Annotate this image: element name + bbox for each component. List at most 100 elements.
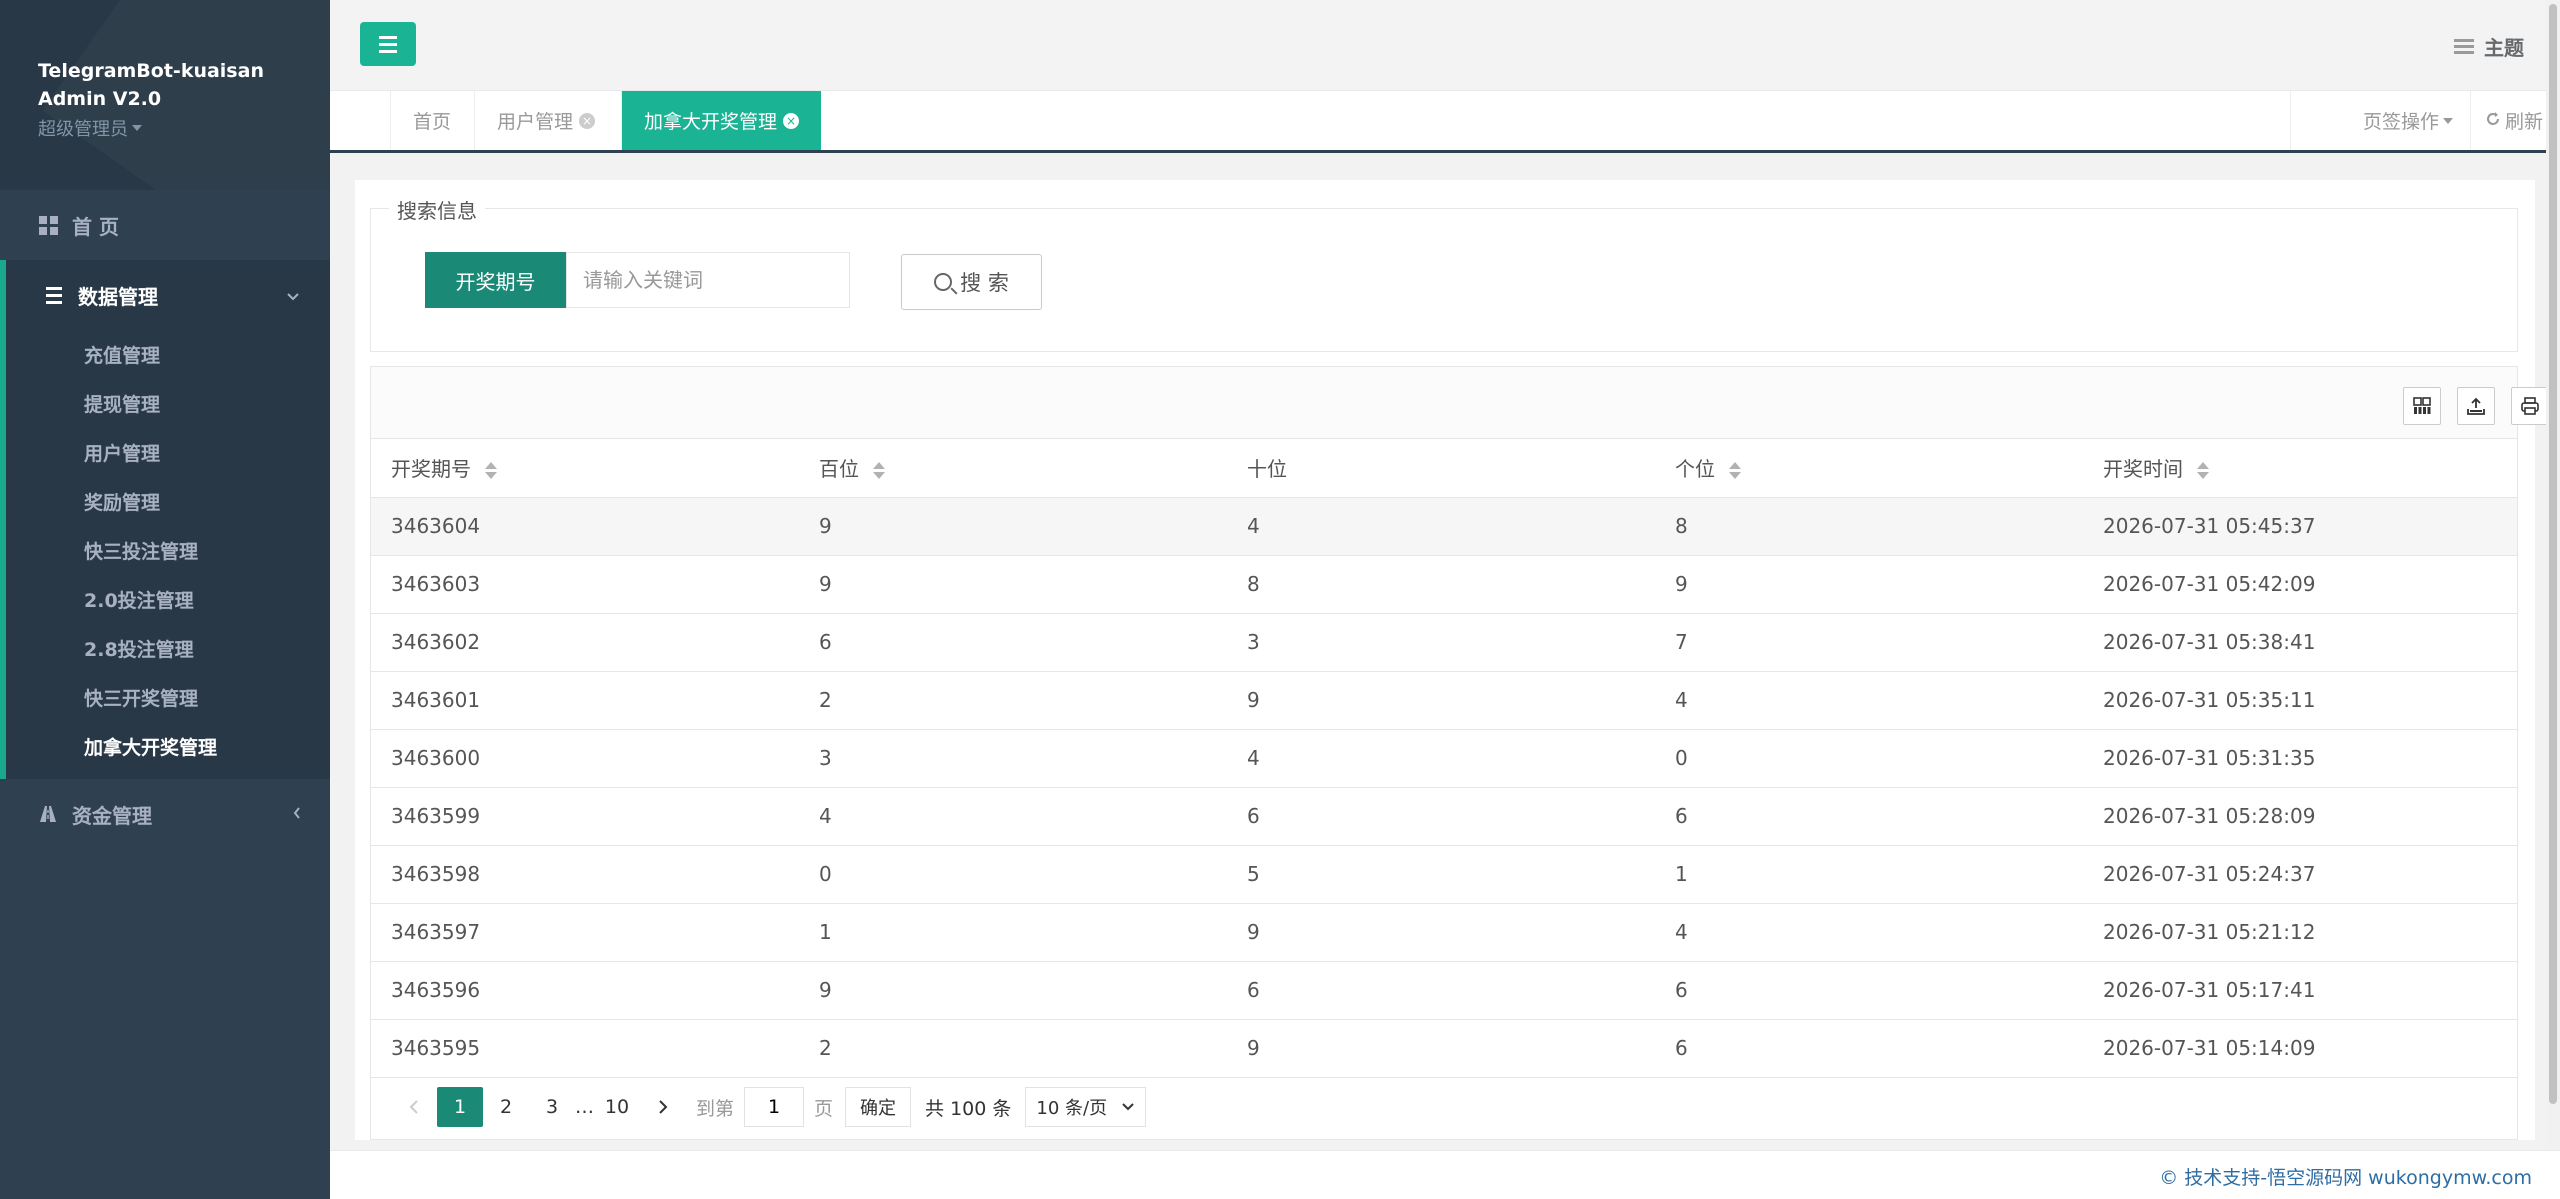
- search-panel: 搜索信息 开奖期号 搜 索: [370, 195, 2518, 352]
- tab-user-management[interactable]: 用户管理 ×: [474, 91, 617, 150]
- table-row[interactable]: 3463600 3 4 0 2026-07-31 05:31:35: [371, 729, 2517, 788]
- chevron-left-icon: [409, 1100, 418, 1114]
- table-cell: 4: [1655, 671, 2083, 730]
- table-cell: 4: [1227, 497, 1655, 556]
- chevron-left-icon: [292, 804, 302, 825]
- search-field-label: 开奖期号: [425, 252, 566, 308]
- table-cell: 3463602: [371, 613, 799, 672]
- close-icon[interactable]: ×: [579, 112, 596, 129]
- sidebar-item-withdraw[interactable]: 提现管理: [6, 379, 330, 428]
- table-cell: 4: [799, 787, 1227, 846]
- sidebar-item-2-0-bets[interactable]: 2.0投注管理: [6, 575, 330, 624]
- sidebar-item-rewards[interactable]: 奖励管理: [6, 477, 330, 526]
- table-cell: 2026-07-31 05:42:09: [2083, 555, 2517, 614]
- column-header-draw-time[interactable]: 开奖时间: [2083, 439, 2517, 498]
- sidebar-item-k3-draws[interactable]: 快三开奖管理: [6, 673, 330, 722]
- caret-down-icon: [2443, 117, 2454, 124]
- sidebar-item-label: 首 页: [72, 214, 119, 239]
- next-page-button[interactable]: [640, 1087, 686, 1127]
- table-row[interactable]: 3463595 2 9 6 2026-07-31 05:14:09: [371, 1019, 2517, 1078]
- table-row[interactable]: 3463601 2 9 4 2026-07-31 05:35:11: [371, 671, 2517, 730]
- goto-page-input[interactable]: [744, 1087, 805, 1127]
- table-cell: 6: [799, 613, 1227, 672]
- table-row[interactable]: 3463598 0 5 1 2026-07-31 05:24:37: [371, 845, 2517, 904]
- table-row[interactable]: 3463602 6 3 7 2026-07-31 05:38:41: [371, 613, 2517, 672]
- table-cell: 2026-07-31 05:35:11: [2083, 671, 2517, 730]
- brand-title-line1: TelegramBot-kuaisan: [38, 60, 264, 82]
- page-ellipsis: …: [575, 1096, 594, 1118]
- table-row[interactable]: 3463603 9 8 9 2026-07-31 05:42:09: [371, 555, 2517, 614]
- tab-operations-dropdown[interactable]: 页签操作: [2290, 91, 2470, 150]
- print-button[interactable]: [2511, 387, 2549, 425]
- table-cell: 2: [799, 1019, 1227, 1078]
- sidebar-item-funds[interactable]: 资金管理: [0, 779, 330, 849]
- sidebar-item-users[interactable]: 用户管理: [6, 428, 330, 477]
- sort-icon[interactable]: [1729, 462, 1741, 480]
- brand-header: TelegramBot-kuaisan Admin V2.0 超级管理员: [0, 0, 330, 190]
- sidebar-item-recharge[interactable]: 充值管理: [6, 330, 330, 379]
- column-header-tens: 十位: [1227, 439, 1655, 498]
- search-button[interactable]: 搜 索: [901, 254, 1042, 310]
- export-button[interactable]: [2457, 387, 2495, 425]
- chevron-down-icon: [1122, 1103, 1134, 1111]
- table-cell: 7: [1655, 613, 2083, 672]
- table-cell: 9: [1227, 671, 1655, 730]
- sidebar-item-k3-bets[interactable]: 快三投注管理: [6, 526, 330, 575]
- close-icon[interactable]: ×: [783, 112, 800, 129]
- table-cell: 3463596: [371, 961, 799, 1020]
- column-header-units[interactable]: 个位: [1655, 439, 2083, 498]
- table-cell: 6: [1655, 1019, 2083, 1078]
- footer-link[interactable]: © 技术支持-悟空源码网 wukongymw.com: [2159, 1163, 2532, 1190]
- table-row[interactable]: 3463599 4 6 6 2026-07-31 05:28:09: [371, 787, 2517, 846]
- menu-toggle-button[interactable]: [360, 22, 416, 66]
- scrollbar-thumb[interactable]: [2549, 4, 2557, 1104]
- search-input[interactable]: [566, 252, 850, 308]
- table-cell: 9: [799, 497, 1227, 556]
- tab-home[interactable]: 首页: [390, 91, 473, 150]
- theme-button[interactable]: 主题: [2454, 32, 2524, 61]
- prev-page-button[interactable]: [391, 1087, 437, 1127]
- page-button-3[interactable]: 3: [529, 1087, 575, 1127]
- table-cell: 2026-07-31 05:31:35: [2083, 729, 2517, 788]
- tab-label: 用户管理: [497, 111, 574, 133]
- table-cell: 2026-07-31 05:24:37: [2083, 845, 2517, 904]
- page-button-2[interactable]: 2: [483, 1087, 529, 1127]
- user-role-dropdown[interactable]: 超级管理员: [38, 115, 330, 141]
- table-cell: 4: [1227, 729, 1655, 788]
- tab-label: 首页: [413, 111, 452, 133]
- chevron-down-icon: [286, 283, 300, 307]
- page-scrollbar[interactable]: [2546, 0, 2560, 1150]
- table-row[interactable]: 3463604 9 4 8 2026-07-31 05:45:37: [371, 497, 2517, 556]
- table-cell: 3463597: [371, 903, 799, 962]
- sort-icon[interactable]: [2197, 462, 2209, 480]
- table-cell: 1: [1655, 845, 2083, 904]
- page-size-select[interactable]: 10 条/页: [1025, 1087, 1147, 1127]
- goto-confirm-button[interactable]: 确定: [845, 1087, 912, 1127]
- sort-icon[interactable]: [485, 462, 497, 480]
- table-cell: 2026-07-31 05:38:41: [2083, 613, 2517, 672]
- table-row[interactable]: 3463596 9 6 6 2026-07-31 05:17:41: [371, 961, 2517, 1020]
- page-button-1[interactable]: 1: [437, 1087, 483, 1127]
- column-header-period[interactable]: 开奖期号: [371, 439, 799, 498]
- page-button-last[interactable]: 10: [594, 1087, 640, 1127]
- table-cell: 6: [1227, 787, 1655, 846]
- data-table-panel: 开奖期号 百位 十位 个位 开奖时间 3463604 9 4 8 2026-07-31 …: [370, 366, 2549, 1140]
- sidebar-item-2-8-bets[interactable]: 2.8投注管理: [6, 624, 330, 673]
- table-cell: 5: [1227, 845, 1655, 904]
- table-toolbar: [371, 367, 2549, 439]
- list-icon: [44, 285, 64, 305]
- column-filter-button[interactable]: [2403, 387, 2441, 425]
- table-row[interactable]: 3463597 1 9 4 2026-07-31 05:21:12: [371, 903, 2517, 962]
- table-cell: 9: [1227, 903, 1655, 962]
- sidebar-item-canada-draws[interactable]: 加拿大开奖管理: [6, 722, 330, 771]
- table-cell: 1: [799, 903, 1227, 962]
- sort-icon[interactable]: [873, 462, 885, 480]
- table-cell: 6: [1227, 961, 1655, 1020]
- export-icon: [2467, 397, 2485, 415]
- sidebar-item-data-management[interactable]: 数据管理: [6, 260, 330, 330]
- tab-canada-draws[interactable]: 加拿大开奖管理 ×: [621, 91, 822, 150]
- sidebar-item-home[interactable]: 首 页: [0, 190, 330, 260]
- column-header-hundreds[interactable]: 百位: [799, 439, 1227, 498]
- dashboard-icon: [38, 215, 58, 235]
- sidebar-item-label: 数据管理: [78, 284, 158, 309]
